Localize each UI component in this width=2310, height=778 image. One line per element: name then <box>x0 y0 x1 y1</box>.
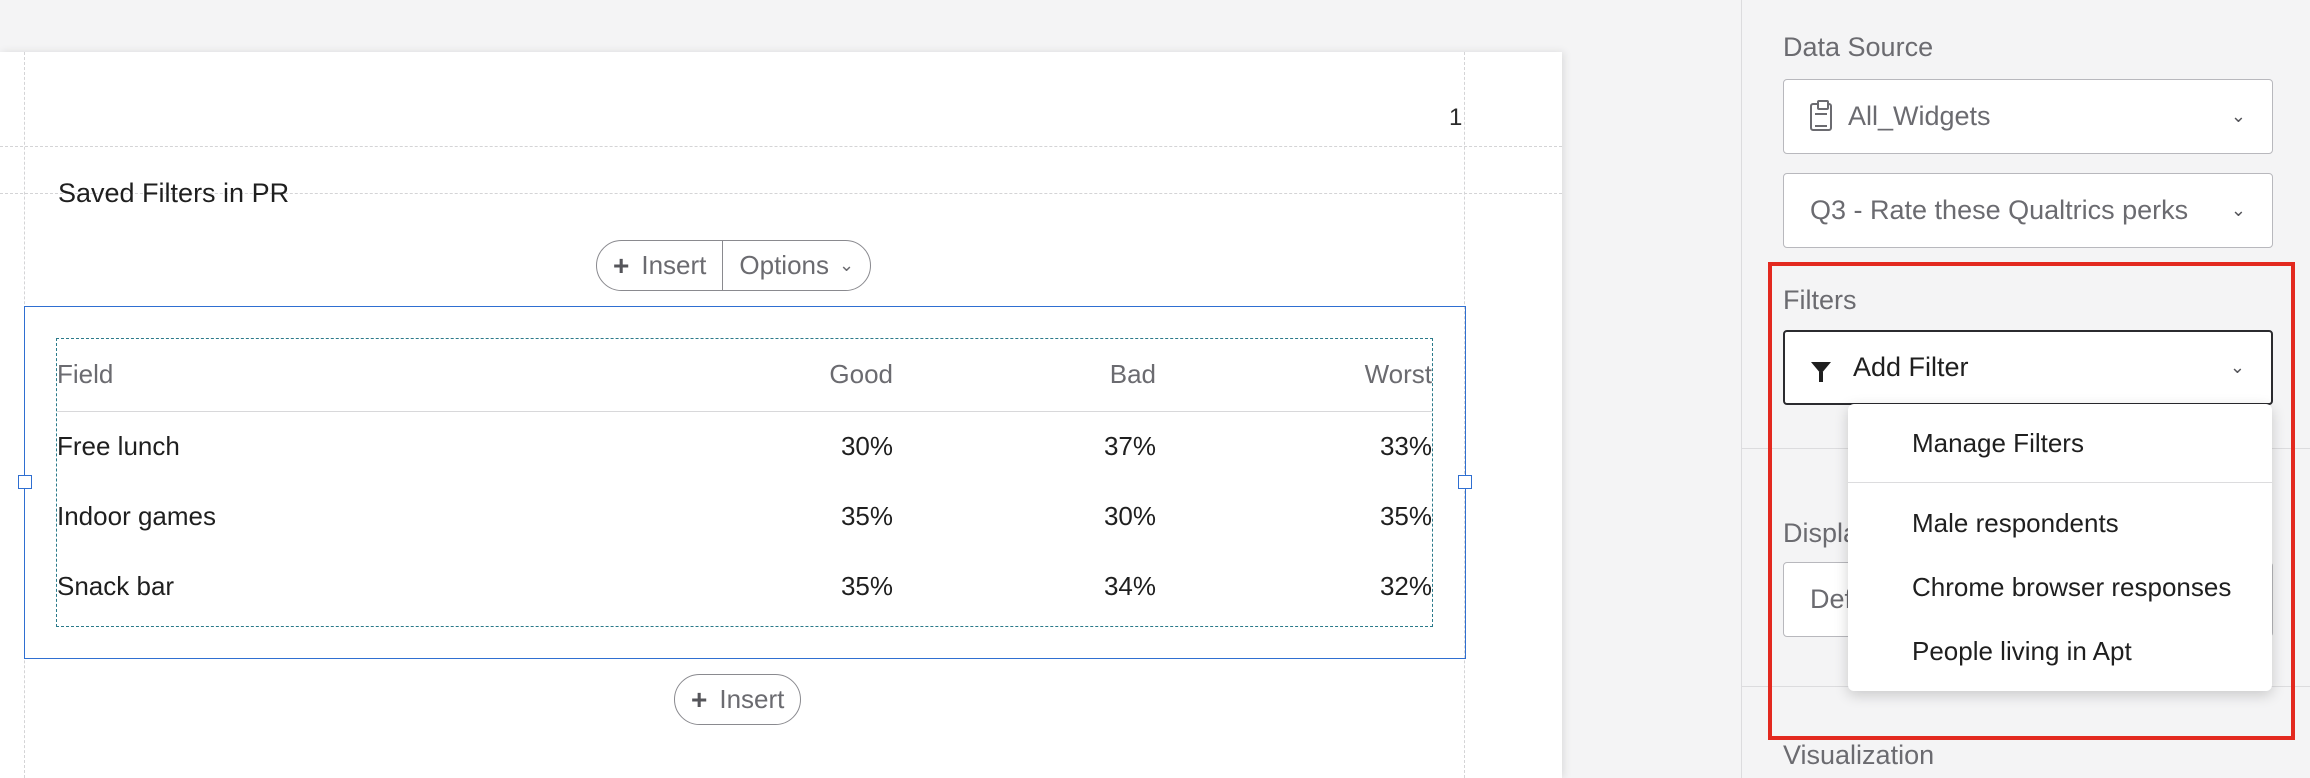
table-cell: 30% <box>1103 500 1156 531</box>
column-header-worst: Worst <box>1156 339 1432 412</box>
clipboard-icon <box>1810 99 1832 131</box>
add-filter-label: Add Filter <box>1853 352 1969 382</box>
insert-below-button[interactable]: + Insert <box>675 675 800 724</box>
chevron-down-icon: ⌄ <box>2229 357 2245 377</box>
table-cell: 37% <box>1103 430 1156 461</box>
options-button[interactable]: Options ⌄ <box>722 241 870 290</box>
data-source-label: Data Source <box>1783 32 1934 62</box>
resize-handle-left[interactable] <box>18 475 32 489</box>
report-canvas: 1 Saved Filters in PR + Insert Options ⌄… <box>0 0 1741 778</box>
display-value: Def <box>1810 584 1853 614</box>
column-header-bad: Bad <box>893 339 1156 412</box>
table-cell: Free lunch <box>57 430 180 461</box>
chevron-down-icon: ⌄ <box>839 255 855 275</box>
menu-divider <box>1848 482 2272 483</box>
filter-item-chrome-browser[interactable]: Chrome browser responses <box>1912 572 2231 603</box>
table-row: Snack bar 35% 34% 32% <box>57 551 1432 621</box>
filters-label: Filters <box>1783 285 1857 315</box>
data-source-select[interactable]: All_Widgets ⌄ <box>1783 79 2273 154</box>
chevron-down-icon: ⌄ <box>2230 200 2246 220</box>
table-row: Indoor games 35% 30% 35% <box>57 481 1432 551</box>
table-cell: 33% <box>1379 430 1432 461</box>
table-cell: Indoor games <box>57 500 216 531</box>
table-cell: 35% <box>1379 500 1432 531</box>
visualization-label: Visualization <box>1783 740 1935 770</box>
column-header-good: Good <box>577 339 893 412</box>
filter-item-male-respondents[interactable]: Male respondents <box>1912 508 2119 539</box>
bottom-insert-toolbar: + Insert <box>674 674 802 725</box>
manage-filters-item[interactable]: Manage Filters <box>1912 428 2084 459</box>
filter-dropdown-menu: Manage Filters Male respondents Chrome b… <box>1848 404 2272 691</box>
table-cell: 35% <box>840 570 893 601</box>
column-header-field: Field <box>57 339 577 412</box>
display-label: Displa <box>1783 518 1859 548</box>
table-cell: 32% <box>1379 570 1432 601</box>
plus-icon: + <box>691 683 708 715</box>
table-header-row: Field Good Bad Worst <box>57 339 1432 412</box>
options-button-label: Options <box>739 250 829 280</box>
table-cell: Snack bar <box>57 570 175 601</box>
add-filter-select[interactable]: Add Filter ⌄ <box>1783 330 2273 405</box>
filter-item-people-in-apt[interactable]: People living in Apt <box>1912 636 2132 667</box>
chevron-down-icon: ⌄ <box>2230 106 2246 126</box>
resize-handle-right[interactable] <box>1458 475 1472 489</box>
insert-button-label: Insert <box>641 250 707 280</box>
insert-button[interactable]: + Insert <box>597 241 722 290</box>
table-frame: Field Good Bad Worst Free lunch 30% 37% … <box>56 338 1433 627</box>
table-cell: 34% <box>1103 570 1156 601</box>
header-guide-top <box>0 146 1562 147</box>
data-source-value: All_Widgets <box>1848 101 1991 131</box>
widget-toolbar: + Insert Options ⌄ <box>596 240 872 291</box>
page-number: 1 <box>1449 104 1463 131</box>
table-row: Free lunch 30% 37% 33% <box>57 411 1432 481</box>
widget-title[interactable]: Saved Filters in PR <box>58 178 289 209</box>
plus-icon: + <box>613 249 630 281</box>
widget-settings-panel: Data Source All_Widgets ⌄ Q3 - Rate thes… <box>1741 0 2310 778</box>
funnel-icon <box>1811 361 1831 382</box>
question-select[interactable]: Q3 - Rate these Qualtrics perks ⌄ <box>1783 173 2273 248</box>
table-cell: 35% <box>840 500 893 531</box>
insert-below-label: Insert <box>719 684 785 714</box>
table-cell: 30% <box>840 430 893 461</box>
results-table: Field Good Bad Worst Free lunch 30% 37% … <box>57 339 1432 621</box>
question-value: Q3 - Rate these Qualtrics perks <box>1810 195 2189 225</box>
